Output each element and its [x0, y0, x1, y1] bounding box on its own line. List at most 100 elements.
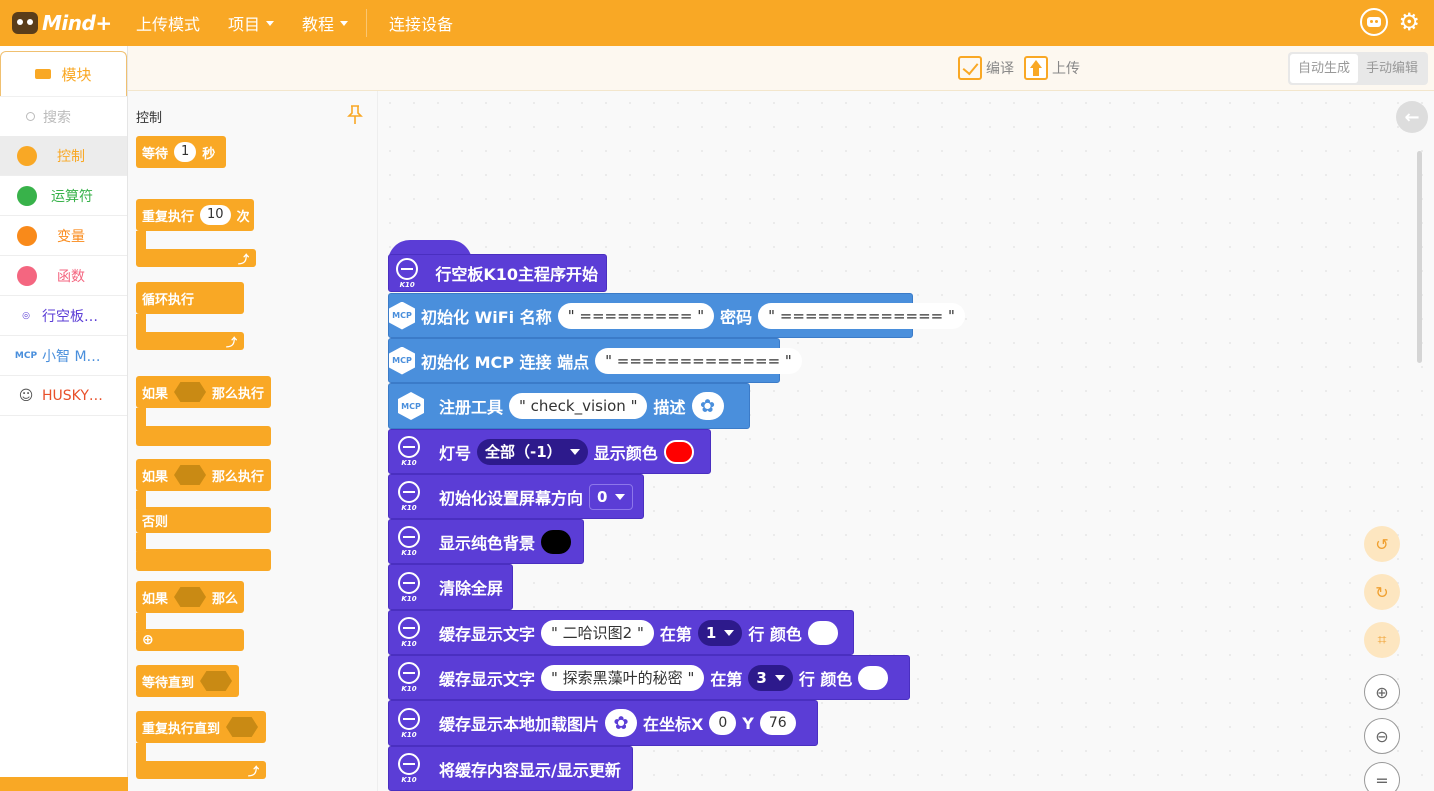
gear-icon[interactable]: ✿ [691, 392, 724, 420]
zoom-in-icon[interactable]: ⊕ [1364, 674, 1400, 710]
robot-icon[interactable] [1360, 8, 1389, 36]
chevron-down-icon [569, 448, 580, 455]
block-if-else[interactable]: 如果 那么执行 [136, 459, 271, 491]
block-label: 那么执行 [212, 469, 265, 485]
text-input[interactable]: " 二哈识图2 " [541, 619, 654, 646]
flyout-title: 控制 [136, 111, 163, 126]
redo-icon[interactable]: ↻ [1364, 574, 1400, 610]
category-k10[interactable]: ◎ 行空板… [0, 296, 127, 336]
wifi-password-input[interactable]: " ============= " [758, 302, 965, 329]
upload-button[interactable]: 上传 [1024, 56, 1080, 80]
block-cache-image[interactable]: K10 缓存显示本地加载图片 ✿ 在坐标X 0 Y 76 [388, 700, 818, 746]
text-input[interactable]: " 探索黑藻叶的秘密 " [541, 664, 705, 691]
pin-icon[interactable] [347, 105, 363, 125]
category-xiaozhi-mcp[interactable]: MCP 小智 M… [0, 336, 127, 376]
block-cache-text-1[interactable]: K10 缓存显示文字 " 二哈识图2 " 在第 1 行 颜色 [388, 610, 854, 655]
block-label: 在坐标X [643, 715, 704, 734]
block-label: 重复执行 [142, 209, 195, 225]
chevron-down-icon [340, 20, 349, 26]
block-solid-background[interactable]: K10 显示纯色背景 [388, 519, 584, 564]
gear-icon[interactable]: ⚙ [1398, 10, 1420, 34]
condition-slot[interactable] [174, 465, 207, 485]
compile-label: 编译 [986, 61, 1014, 77]
nav-connect-device[interactable]: 连接设备 [375, 0, 467, 46]
bg-color-swatch[interactable] [541, 529, 572, 554]
category-variables[interactable]: 变量 [0, 216, 127, 256]
block-if-then[interactable]: 如果 那么执行 [136, 376, 271, 408]
block-wait-seconds[interactable]: 等待 1 秒 [136, 136, 226, 168]
back-arrow-icon[interactable]: ← [1396, 101, 1428, 133]
tab-modules[interactable]: 模块 [0, 51, 127, 96]
led-index-dropdown[interactable]: 全部（-1） [477, 438, 588, 465]
upload-icon [1024, 56, 1048, 80]
block-label: 如果 [142, 469, 169, 485]
category-label: HUSKY… [42, 387, 103, 404]
mode-manual-button[interactable]: 手动编辑 [1358, 54, 1426, 83]
led-color-swatch[interactable] [663, 439, 694, 464]
block-label: 初始化 MCP 连接 端点 [421, 352, 590, 372]
functions-dot-icon [17, 265, 37, 286]
block-label: 行空板K10主程序开始 [435, 265, 598, 284]
block-repeat-until[interactable]: 重复执行直到 [136, 711, 266, 743]
row-dropdown[interactable]: 3 [748, 664, 793, 691]
upload-label: 上传 [1052, 61, 1080, 77]
category-operators[interactable]: 运算符 [0, 176, 127, 216]
chevron-down-icon [774, 674, 785, 681]
condition-slot[interactable] [200, 671, 233, 691]
mode-auto-button[interactable]: 自动生成 [1289, 54, 1358, 83]
nav-project-menu[interactable]: 项目 [214, 0, 288, 46]
condition-slot[interactable] [174, 587, 207, 607]
husky-icon: ☺ [18, 387, 34, 404]
condition-slot[interactable] [174, 382, 207, 402]
plus-icon[interactable]: ⊕ [142, 632, 154, 648]
nav-upload-mode[interactable]: 上传模式 [122, 0, 214, 46]
block-led-color[interactable]: K10 灯号 全部（-1） 显示颜色 [388, 429, 711, 474]
repeat-value-input[interactable]: 10 [200, 205, 231, 225]
chevron-down-icon [615, 493, 626, 500]
block-if-then-mutator[interactable]: 如果 那么 [136, 581, 244, 613]
row-dropdown[interactable]: 1 [697, 619, 743, 646]
block-cache-text-2[interactable]: K10 缓存显示文字 " 探索黑藻叶的秘密 " 在第 3 行 颜色 [388, 655, 910, 700]
text-color-swatch[interactable] [807, 620, 838, 645]
block-label: 在第 [659, 624, 692, 644]
category-control[interactable]: 控制 [0, 136, 127, 176]
block-forever[interactable]: 循环执行 [136, 282, 244, 314]
undo-icon[interactable]: ↺ [1364, 526, 1400, 562]
block-wait-until[interactable]: 等待直到 [136, 665, 239, 697]
block-register-tool[interactable]: MCP 注册工具 " check_vision " 描述 ✿ [388, 383, 750, 429]
cleanup-icon[interactable]: ⌗ [1364, 622, 1400, 658]
workspace-scrollbar[interactable] [1417, 151, 1422, 363]
mcp-endpoint-input[interactable]: " ============= " [595, 347, 802, 374]
category-functions[interactable]: 函数 [0, 256, 127, 296]
orientation-dropdown[interactable]: 0 [589, 483, 634, 510]
block-mcp-init[interactable]: MCP 初始化 MCP 连接 端点 " ============= " [388, 338, 802, 383]
block-wifi-init[interactable]: MCP 初始化 WiFi 名称 " ========= " 密码 " =====… [388, 293, 965, 338]
nav-connect-label: 连接设备 [389, 15, 454, 34]
wait-value-input[interactable]: 1 [174, 142, 197, 162]
block-k10-main-start[interactable]: K10 行空板K10主程序开始 [388, 254, 607, 292]
app-logo: Mind+ [12, 11, 122, 35]
category-huskylens[interactable]: ☺ HUSKY… [0, 376, 127, 416]
condition-slot[interactable] [226, 717, 259, 737]
y-coordinate-input[interactable]: 76 [759, 711, 796, 735]
block-flyout: 控制 等待 1 秒 重复执行 10 次 ⤴ 循环执行 ⤴ 如果 那么执行 如果 … [128, 91, 378, 791]
tool-name-input[interactable]: " check_vision " [509, 393, 648, 419]
category-label: 控制 [57, 148, 85, 165]
text-color-swatch[interactable] [858, 665, 889, 690]
logo-text: Mind+ [42, 11, 112, 35]
mcp-icon: MCP [389, 385, 433, 427]
x-coordinate-input[interactable]: 0 [709, 711, 737, 735]
compile-button[interactable]: 编译 [958, 56, 1014, 80]
gear-icon[interactable]: ✿ [605, 709, 638, 737]
blocks-icon [35, 69, 52, 79]
nav-tutorial-menu[interactable]: 教程 [288, 0, 362, 46]
search-input[interactable]: 搜索 [0, 96, 127, 136]
wifi-ssid-input[interactable]: " ========= " [557, 302, 715, 329]
block-display-refresh[interactable]: K10 将缓存内容显示/显示更新 [388, 746, 633, 791]
block-screen-orientation[interactable]: K10 初始化设置屏幕方向 0 [388, 474, 644, 519]
zoom-reset-icon[interactable]: = [1364, 762, 1400, 791]
k10-icon: K10 [389, 566, 429, 608]
block-repeat-times[interactable]: 重复执行 10 次 [136, 199, 254, 231]
zoom-out-icon[interactable]: ⊖ [1364, 718, 1400, 754]
block-clear-screen[interactable]: K10 清除全屏 [388, 564, 513, 610]
